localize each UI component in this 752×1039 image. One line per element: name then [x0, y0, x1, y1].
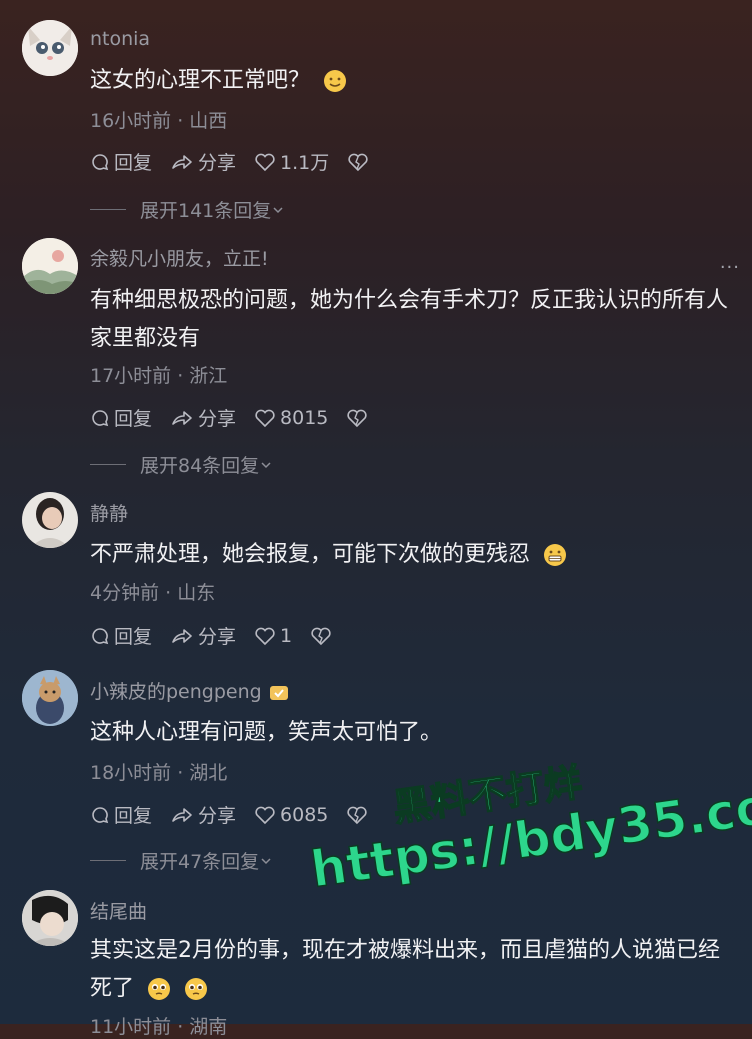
- comment-text: 不严肃处理，她会报复，可能下次做的更残忍: [90, 536, 730, 574]
- reply-icon: [92, 627, 109, 644]
- like-count: 1: [280, 624, 293, 647]
- sweat-smile-emoji-icon: [324, 70, 347, 92]
- share-label: 分享: [198, 626, 237, 648]
- heart-icon: [255, 627, 275, 645]
- reply-icon: [92, 153, 109, 170]
- share-button[interactable]: 分享: [170, 622, 236, 649]
- reply-label: 回复: [114, 805, 153, 827]
- comment-meta: 11小时前 · 湖南: [90, 1016, 228, 1038]
- more-options-icon[interactable]: ...: [720, 252, 740, 273]
- username[interactable]: 小辣皮的pengpeng: [90, 677, 290, 704]
- divider-line: [90, 209, 126, 210]
- person-avatar-icon: [22, 492, 78, 548]
- reply-button[interactable]: 回复: [90, 404, 152, 431]
- reply-label: 回复: [114, 408, 153, 430]
- like-button[interactable]: 1: [254, 625, 292, 647]
- divider-line: [90, 464, 126, 465]
- share-label: 分享: [198, 152, 237, 174]
- chevron-down-icon: [261, 857, 271, 864]
- action-bar: 回复 分享 8015: [90, 404, 390, 431]
- comment-text: 有种细思极恐的问题，她为什么会有手术刀？反正我认识的所有人家里都没有: [90, 288, 729, 351]
- comment-meta: 17小时前 · 浙江: [90, 365, 228, 387]
- expand-replies[interactable]: 展开47条回复: [90, 847, 273, 874]
- share-icon: [172, 807, 192, 822]
- avatar[interactable]: [22, 20, 78, 76]
- expand-label: 展开84条回复: [140, 455, 260, 477]
- chevron-down-icon: [261, 461, 271, 468]
- like-count: 8015: [280, 406, 329, 429]
- grimace-emoji-icon: [544, 544, 567, 566]
- chevron-down-icon: [273, 206, 283, 213]
- broken-heart-icon: [347, 409, 368, 427]
- landscape-avatar-icon: [22, 238, 78, 294]
- comment-text-content: 不严肃处理，她会报复，可能下次做的更残忍: [90, 542, 531, 567]
- badge-icon: [269, 685, 288, 700]
- avatar[interactable]: [22, 238, 78, 294]
- comment-text-content: 这女的心理不正常吧？: [90, 68, 311, 93]
- reply-button[interactable]: 回复: [90, 148, 152, 175]
- person-avatar-icon: [22, 890, 78, 946]
- dislike-button[interactable]: [347, 152, 373, 172]
- comment-meta: 16小时前 · 山西: [90, 110, 228, 132]
- share-icon: [172, 154, 192, 169]
- cat-avatar-icon: [22, 20, 78, 76]
- comment-text: 这女的心理不正常吧？: [90, 62, 730, 100]
- heart-icon: [255, 409, 275, 427]
- share-icon: [172, 628, 192, 643]
- avatar[interactable]: [22, 890, 78, 946]
- share-label: 分享: [198, 805, 237, 827]
- username[interactable]: 静静: [90, 499, 128, 526]
- dislike-button[interactable]: [346, 408, 372, 428]
- comment-meta: 18小时前 · 湖北: [90, 762, 228, 784]
- expand-label: 展开141条回复: [140, 200, 272, 222]
- avatar[interactable]: [22, 670, 78, 726]
- broken-heart-icon: [348, 153, 368, 171]
- username[interactable]: 余毅凡小朋友，立正!: [90, 244, 269, 271]
- expand-replies[interactable]: 展开141条回复: [90, 196, 285, 223]
- like-button[interactable]: 8015: [254, 407, 328, 429]
- share-label: 分享: [198, 408, 237, 430]
- share-button[interactable]: 分享: [170, 404, 236, 431]
- like-button[interactable]: 1.1万: [254, 148, 329, 175]
- comment-meta: 4分钟前 · 山东: [90, 582, 216, 604]
- share-icon: [172, 410, 192, 425]
- reply-icon: [92, 409, 109, 426]
- username[interactable]: 结尾曲: [90, 897, 147, 924]
- action-bar: 回复 分享 1: [90, 622, 354, 649]
- expand-replies[interactable]: 展开84条回复: [90, 451, 273, 478]
- watermark: 黑料不打烊 https://bdy35.co: [300, 729, 752, 939]
- heart-icon: [255, 153, 275, 171]
- username-text: 小辣皮的pengpeng: [90, 681, 262, 703]
- comment-text: 其实这是2月份的事，现在才被爆料出来，而且虐猫的人说猫已经死了: [90, 932, 730, 1008]
- dislike-button[interactable]: [310, 626, 336, 646]
- username[interactable]: ntonia: [90, 28, 150, 50]
- expand-label: 展开47条回复: [140, 851, 260, 873]
- pleading-emoji-icon: [148, 978, 171, 1000]
- reply-button[interactable]: 回复: [90, 801, 152, 828]
- heart-icon: [255, 806, 275, 824]
- divider-line: [90, 860, 126, 861]
- pleading-emoji-icon: [185, 978, 208, 1000]
- reply-button[interactable]: 回复: [90, 622, 152, 649]
- like-count: 1.1万: [280, 152, 330, 174]
- reply-icon: [92, 806, 109, 823]
- avatar[interactable]: [22, 492, 78, 548]
- share-button[interactable]: 分享: [170, 148, 236, 175]
- share-button[interactable]: 分享: [170, 801, 236, 828]
- reply-label: 回复: [114, 626, 153, 648]
- action-bar: 回复 分享 1.1万: [90, 148, 391, 175]
- reply-label: 回复: [114, 152, 153, 174]
- cat-photo-avatar-icon: [22, 670, 78, 726]
- broken-heart-icon: [311, 627, 331, 645]
